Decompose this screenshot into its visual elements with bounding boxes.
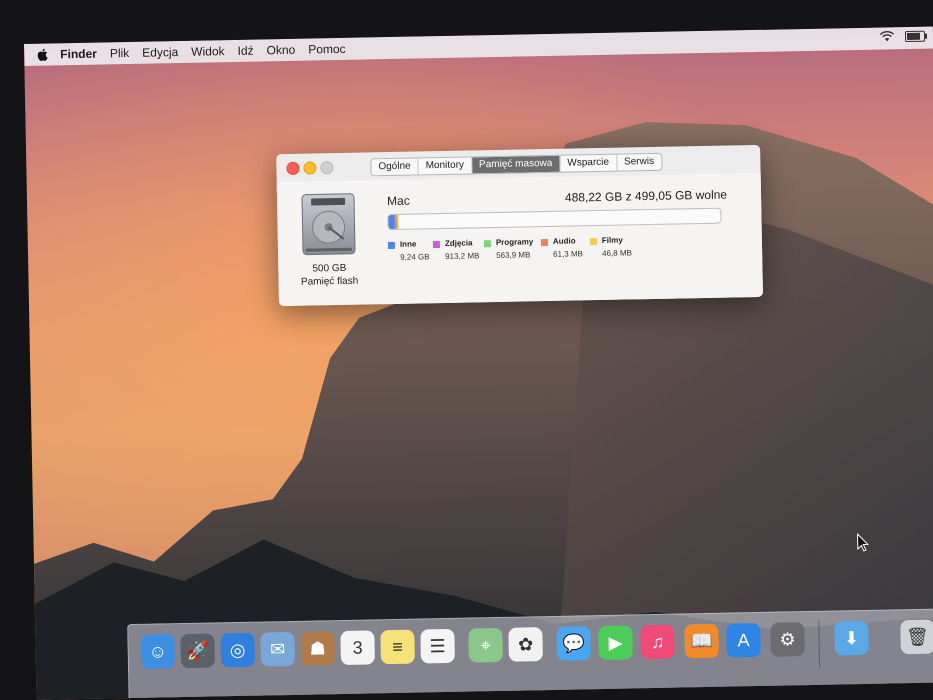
calendar-icon[interactable]: 3 [340,630,375,666]
legend-size: 9,24 GB [400,252,430,262]
legend-label: Inne [399,239,417,249]
facetime-icon[interactable]: ▶ [598,625,633,661]
legend-label: Zdjęcia [444,238,473,248]
menu-finder[interactable]: Finder [60,47,97,62]
storage-usage-bar [387,207,722,231]
usage-segment-filmy [397,214,399,229]
photos-icon[interactable]: ✿ [508,627,543,662]
legend-size: 61,3 MB [553,249,584,259]
app-store-icon[interactable]: A [726,622,761,658]
legend-swatch [540,238,548,247]
mail-icon[interactable]: ✉ [260,631,295,667]
ibooks-icon[interactable]: 📖 [684,623,719,659]
finder-icon[interactable]: ☺ [140,634,176,669]
dock: ☺ 🚀 ◎ ✉ ☗ 3 ≡ ☰ ⌖ ✿ 💬 ▶ ♫ 📖 A ⚙ ⬇ 🗑 [127,608,933,700]
tab-pamiec-masowa[interactable]: Pamięć masowa [471,155,561,174]
legend-swatch [432,241,440,249]
menu-pomoc[interactable]: Pomoc [308,42,346,57]
tab-monitory[interactable]: Monitory [418,157,473,175]
menu-plik[interactable]: Plik [110,46,130,60]
menu-widok[interactable]: Widok [191,44,225,59]
safari-icon[interactable]: ◎ [220,632,255,668]
reminders-icon[interactable]: ☰ [420,628,455,664]
menu-okno[interactable]: Okno [266,43,295,58]
minimize-button[interactable] [303,161,317,175]
mouse-pointer-icon [857,532,869,552]
notes-icon[interactable]: ≡ [380,629,415,665]
zoom-button[interactable] [320,161,334,175]
apple-icon[interactable] [36,48,48,62]
tab-ogolne[interactable]: Ogólne [371,158,419,176]
itunes-icon[interactable]: ♫ [640,624,675,660]
close-button[interactable] [286,161,300,175]
maps-icon[interactable]: ⌖ [468,627,503,663]
desktop-wallpaper [33,122,933,700]
disk-type: Pamięć flash [300,275,359,288]
messages-icon[interactable]: 💬 [556,626,591,661]
trash-icon[interactable]: 🗑 [900,619,933,655]
wifi-icon[interactable] [879,30,895,42]
legend-label: Programy [495,237,534,247]
storage-legend: Inne 9,24 GB Zdjęcia 913,2 MB Programy 5… [387,234,729,281]
legend-swatch [387,241,396,250]
storage-panel: 500 GB Pamięć flash Mac 488,22 GB z 499,… [276,172,763,307]
legend-swatch [483,240,491,248]
launchpad-icon[interactable]: 🚀 [180,633,216,669]
legend-size: 563,9 MB [496,250,531,260]
battery-icon[interactable] [904,30,926,42]
legend-label: Audio [552,236,576,246]
tab-wsparcie[interactable]: Wsparcie [560,154,618,172]
hard-drive-icon [301,193,356,256]
dock-divider [818,619,821,668]
downloads-folder-icon[interactable]: ⬇ [834,620,869,656]
tab-serwis[interactable]: Serwis [617,154,661,171]
volume-name: Mac [386,193,410,209]
menu-idz[interactable]: Idź [237,44,253,58]
volume-free-space: 488,22 GB z 499,05 GB wolne [564,187,728,205]
about-this-mac-window: Ogólne Monitory Pamięć masowa Wsparcie S… [276,144,763,307]
legend-label: Filmy [601,235,623,245]
system-preferences-icon[interactable]: ⚙ [770,622,805,657]
legend-size: 46,8 MB [602,248,633,258]
legend-size: 913,2 MB [445,251,480,261]
menu-edycja[interactable]: Edycja [142,45,178,60]
disk-capacity: 500 GB [312,262,347,275]
contacts-icon[interactable]: ☗ [300,631,335,666]
desktop-screen: Finder Plik Edycja Widok Idź Okno Pomoc … [24,26,933,700]
battery-level [906,32,920,40]
legend-swatch [589,238,597,246]
tab-bar: Ogólne Monitory Pamięć masowa Wsparcie S… [370,152,663,177]
